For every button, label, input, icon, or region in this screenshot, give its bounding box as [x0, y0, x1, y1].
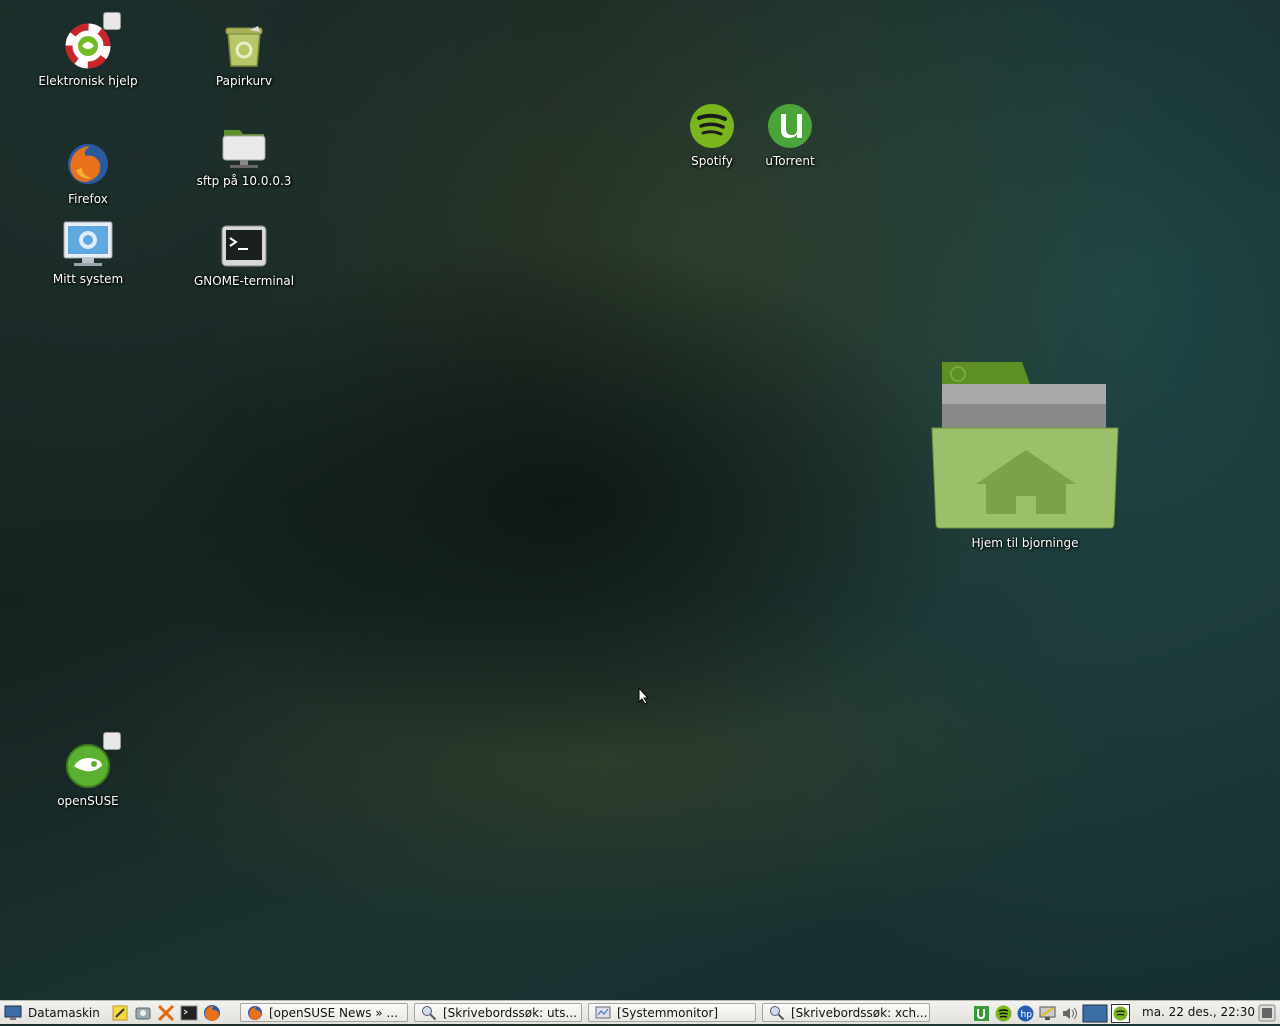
- spotify-tray-icon[interactable]: [994, 1004, 1013, 1023]
- spotify-icon: [690, 104, 734, 148]
- desktop-icon-help[interactable]: Elektronisk hjelp: [28, 22, 148, 88]
- task-label: [Skrivebordssøk: xch...: [791, 1005, 928, 1020]
- task-button-system-monitor[interactable]: [Systemmonitor]: [588, 1003, 756, 1022]
- desktop-icon-utorrent[interactable]: uTorrent: [730, 102, 850, 168]
- computer-icon: [4, 1005, 22, 1020]
- logout-icon[interactable]: [1258, 1004, 1276, 1022]
- utorrent-tray-icon[interactable]: [972, 1004, 991, 1023]
- search-icon: [422, 1005, 437, 1020]
- desktop-icon-label: GNOME-terminal: [193, 274, 295, 288]
- computer-menu-button[interactable]: Datamaskin: [4, 1003, 100, 1023]
- desktop-icon-label: Elektronisk hjelp: [38, 74, 138, 88]
- network-folder-icon: [222, 130, 266, 168]
- terminal-icon: [221, 225, 267, 267]
- desktop-icon-firefox[interactable]: Firefox: [28, 140, 148, 206]
- home-folder-icon: [931, 362, 1119, 529]
- lock-icon: [103, 732, 121, 750]
- firefox-icon: [68, 144, 108, 184]
- desktop-icon-label: Papirkurv: [215, 74, 273, 88]
- task-label: [Systemmonitor]: [617, 1005, 719, 1020]
- desktop-icon-trash[interactable]: Papirkurv: [184, 22, 304, 88]
- svg-text:hp: hp: [1021, 1010, 1033, 1020]
- desktop-icon-sftp[interactable]: sftp på 10.0.0.3: [184, 122, 304, 188]
- monitor-icon: [63, 221, 113, 266]
- quick-launch: [110, 1003, 222, 1023]
- desktop-icon-label: Mitt system: [52, 272, 124, 286]
- clock[interactable]: ma. 22 des., 22:30: [1142, 1005, 1255, 1019]
- spotify-window-tray-icon[interactable]: [1111, 1003, 1130, 1023]
- screenshot-launcher-icon[interactable]: [133, 1003, 153, 1023]
- desktop-icon-label: Hjem til bjorninge: [971, 536, 1079, 550]
- utorrent-icon: [768, 104, 812, 148]
- desktop-icon-opensuse[interactable]: openSUSE: [28, 742, 148, 808]
- task-button-firefox[interactable]: [openSUSE News » ...: [240, 1003, 408, 1022]
- search-icon: [770, 1005, 785, 1020]
- volume-tray-icon[interactable]: [1060, 1004, 1079, 1023]
- desktop-icon-label: sftp på 10.0.0.3: [196, 174, 292, 188]
- firefox-icon: [248, 1005, 262, 1020]
- network-tray-icon[interactable]: [1038, 1004, 1057, 1023]
- system-monitor-icon: [595, 1006, 611, 1018]
- notes-launcher-icon[interactable]: [110, 1003, 130, 1023]
- desktop-icon-terminal[interactable]: GNOME-terminal: [184, 222, 304, 288]
- terminal-launcher-icon[interactable]: [179, 1003, 199, 1023]
- firefox-launcher-icon[interactable]: [202, 1003, 222, 1023]
- workspace-switcher[interactable]: [1082, 1004, 1108, 1023]
- task-button-desktop-search-2[interactable]: [Skrivebordssøk: xch...: [762, 1003, 930, 1022]
- desktop-icon-label: Firefox: [68, 192, 108, 206]
- hp-printer-tray-icon[interactable]: hp: [1016, 1004, 1035, 1023]
- task-label: [Skrivebordssøk: uts...: [443, 1005, 577, 1020]
- computer-menu-label: Datamaskin: [28, 1006, 100, 1020]
- desktop-icon-label: uTorrent: [765, 154, 815, 168]
- taskbar: Datamaskin [openSUSE News » ... [Skriveb…: [0, 1000, 1280, 1024]
- desktop-icon-home[interactable]: Hjem til bjorninge: [925, 360, 1125, 550]
- office-launcher-icon[interactable]: [156, 1003, 176, 1023]
- desktop-icon-mysystem[interactable]: Mitt system: [28, 220, 148, 286]
- trash-icon: [225, 26, 263, 67]
- task-label: [openSUSE News » ...: [269, 1005, 398, 1020]
- system-tray: hp: [972, 1003, 1130, 1023]
- mouse-pointer-icon: [638, 687, 650, 705]
- task-button-desktop-search-1[interactable]: [Skrivebordssøk: uts...: [414, 1003, 582, 1022]
- desktop-icon-label: openSUSE: [57, 794, 119, 808]
- lock-icon: [103, 12, 121, 30]
